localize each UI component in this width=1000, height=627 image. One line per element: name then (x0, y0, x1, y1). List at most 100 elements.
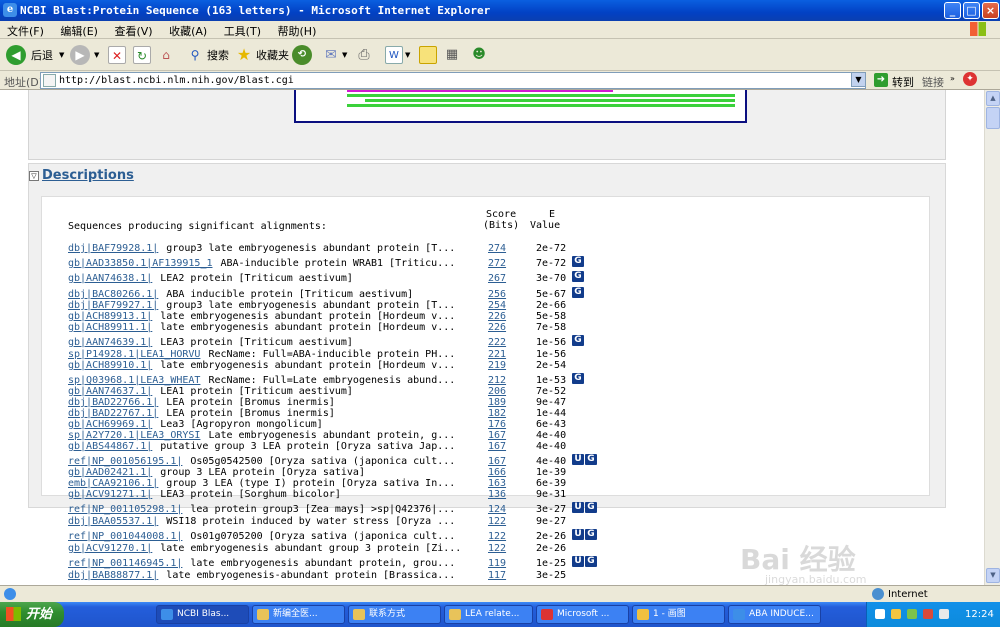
task-microsoft[interactable]: Microsoft ... (536, 605, 629, 624)
sequence-id-link[interactable]: gb|AAN74638.1| (68, 273, 152, 284)
print-button[interactable]: ⎙ (355, 44, 373, 66)
score-link[interactable]: 206 (488, 386, 506, 397)
score-link[interactable]: 189 (488, 397, 506, 408)
discuss-button[interactable] (419, 44, 437, 66)
sequence-id-link[interactable]: ref|NP_001146945.1| (68, 558, 182, 569)
sequence-id-link[interactable]: gb|ACH89910.1| (68, 360, 152, 371)
sequence-id-link[interactable]: ref|NP_001105298.1| (68, 504, 182, 515)
sequence-id-link[interactable]: dbj|BAF79928.1| (68, 243, 158, 254)
menu-view[interactable]: 查看(V) (107, 21, 158, 39)
stop-button[interactable]: ✕ (108, 44, 126, 66)
tray-icon[interactable] (875, 609, 885, 619)
score-link[interactable]: 274 (488, 243, 506, 254)
forward-dropdown-icon[interactable]: ▼ (94, 51, 99, 59)
gene-icon[interactable]: G (585, 502, 597, 513)
score-link[interactable]: 117 (488, 570, 506, 581)
sequence-id-link[interactable]: gb|ACH89913.1| (68, 311, 152, 322)
gene-icon[interactable]: G (572, 373, 584, 384)
menu-edit[interactable]: 编辑(E) (53, 21, 104, 39)
scroll-up-icon[interactable]: ▲ (986, 91, 1000, 106)
unigene-icon[interactable]: U (572, 502, 584, 513)
task-folder[interactable]: 联系方式 (348, 605, 441, 624)
tray-icon[interactable] (891, 609, 901, 619)
score-link[interactable]: 226 (488, 322, 506, 333)
collapse-toggle-icon[interactable]: ▽ (29, 171, 39, 181)
research-button[interactable]: ▦ (443, 44, 461, 66)
score-link[interactable]: 226 (488, 311, 506, 322)
sequence-id-link[interactable]: sp|Q03968.1|LEA3_WHEAT (68, 375, 200, 386)
window-titlebar[interactable]: e NCBI Blast:Protein Sequence (163 lette… (0, 0, 1000, 21)
sequence-id-link[interactable]: sp|P14928.1|LEA1_HORVU (68, 349, 200, 360)
sequence-id-link[interactable]: gb|AAN74639.1| (68, 337, 152, 348)
vertical-scrollbar[interactable]: ▲ ▼ (984, 90, 1000, 585)
score-link[interactable]: 122 (488, 531, 506, 542)
messenger-button[interactable]: ☻ (470, 44, 488, 66)
score-link[interactable]: 222 (488, 337, 506, 348)
home-button[interactable]: ⌂ (157, 44, 175, 66)
score-link[interactable]: 267 (488, 273, 506, 284)
task-app[interactable]: 新编全医... (252, 605, 345, 624)
score-link[interactable]: 119 (488, 558, 506, 569)
extension-icon[interactable]: ✦ (963, 72, 977, 86)
score-link[interactable]: 124 (488, 504, 506, 515)
go-arrow-icon[interactable]: ➜ (874, 73, 888, 87)
unigene-icon[interactable]: U (572, 556, 584, 567)
sequence-id-link[interactable]: dbj|BAD22766.1| (68, 397, 158, 408)
address-input[interactable]: http://blast.ncbi.nlm.nih.gov/Blast.cgi (40, 72, 866, 89)
sequence-id-link[interactable]: gb|ACH89911.1| (68, 322, 152, 333)
score-link[interactable]: 122 (488, 543, 506, 554)
score-link[interactable]: 176 (488, 419, 506, 430)
gene-icon[interactable]: G (572, 256, 584, 267)
favorites-button[interactable]: ★ 收藏夹 (235, 44, 289, 66)
gene-icon[interactable]: G (585, 454, 597, 465)
start-button[interactable]: 开始 (0, 602, 64, 627)
forward-button[interactable]: ▶ ▼ (70, 44, 99, 66)
scroll-down-icon[interactable]: ▼ (986, 568, 1000, 583)
score-link[interactable]: 221 (488, 349, 506, 360)
address-dropdown-icon[interactable]: ▼ (851, 72, 866, 87)
sequence-id-link[interactable]: emb|CAA92106.1| (68, 478, 158, 489)
clock[interactable]: 12:24 (965, 602, 994, 627)
score-link[interactable]: 167 (488, 441, 506, 452)
links-chevron-icon[interactable]: » (950, 74, 955, 83)
menu-help[interactable]: 帮助(H) (271, 21, 323, 39)
sequence-id-link[interactable]: dbj|BAC80266.1| (68, 289, 158, 300)
score-link[interactable]: 219 (488, 360, 506, 371)
score-link[interactable]: 167 (488, 430, 506, 441)
links-label[interactable]: 链接 (922, 74, 944, 90)
close-button[interactable]: × (982, 2, 999, 19)
volume-icon[interactable] (939, 609, 949, 619)
descriptions-title[interactable]: Descriptions (42, 168, 134, 183)
score-link[interactable]: 136 (488, 489, 506, 500)
score-link[interactable]: 163 (488, 478, 506, 489)
refresh-button[interactable]: ↻ (133, 44, 151, 66)
gene-icon[interactable]: G (572, 335, 584, 346)
gene-icon[interactable]: G (585, 529, 597, 540)
sequence-id-link[interactable]: dbj|BAD22767.1| (68, 408, 158, 419)
sequence-id-link[interactable]: sp|A2Y720.1|LEA3_ORYSI (68, 430, 200, 441)
unigene-icon[interactable]: U (572, 454, 584, 465)
mail-button[interactable]: ✉ ▼ (322, 44, 347, 66)
sequence-id-link[interactable]: gb|ABS44867.1| (68, 441, 152, 452)
score-link[interactable]: 256 (488, 289, 506, 300)
gene-icon[interactable]: G (585, 556, 597, 567)
sequence-id-link[interactable]: gb|AAD02421.1| (68, 467, 152, 478)
minimize-button[interactable]: _ (944, 2, 961, 19)
go-button[interactable]: 转到 (892, 74, 914, 90)
score-link[interactable]: 122 (488, 516, 506, 527)
sequence-id-link[interactable]: dbj|BAF79927.1| (68, 300, 158, 311)
gene-icon[interactable]: G (572, 271, 584, 282)
sequence-id-link[interactable]: dbj|BAA05537.1| (68, 516, 158, 527)
scroll-thumb[interactable] (986, 107, 1000, 129)
tray-icon[interactable] (923, 609, 933, 619)
task-aba[interactable]: ABA INDUCE... (728, 605, 821, 624)
back-dropdown-icon[interactable]: ▼ (59, 51, 64, 59)
edit-word-button[interactable]: W ▼ (385, 44, 410, 66)
sequence-id-link[interactable]: gb|AAD33850.1|AF139915_1 (68, 258, 213, 269)
gene-icon[interactable]: G (572, 287, 584, 298)
tray-icon[interactable] (907, 609, 917, 619)
sequence-id-link[interactable]: gb|ACH69969.1| (68, 419, 152, 430)
sequence-id-link[interactable]: gb|AAN74637.1| (68, 386, 152, 397)
task-ncbi-blast[interactable]: NCBI Blas... (156, 605, 249, 624)
score-link[interactable]: 167 (488, 456, 506, 467)
